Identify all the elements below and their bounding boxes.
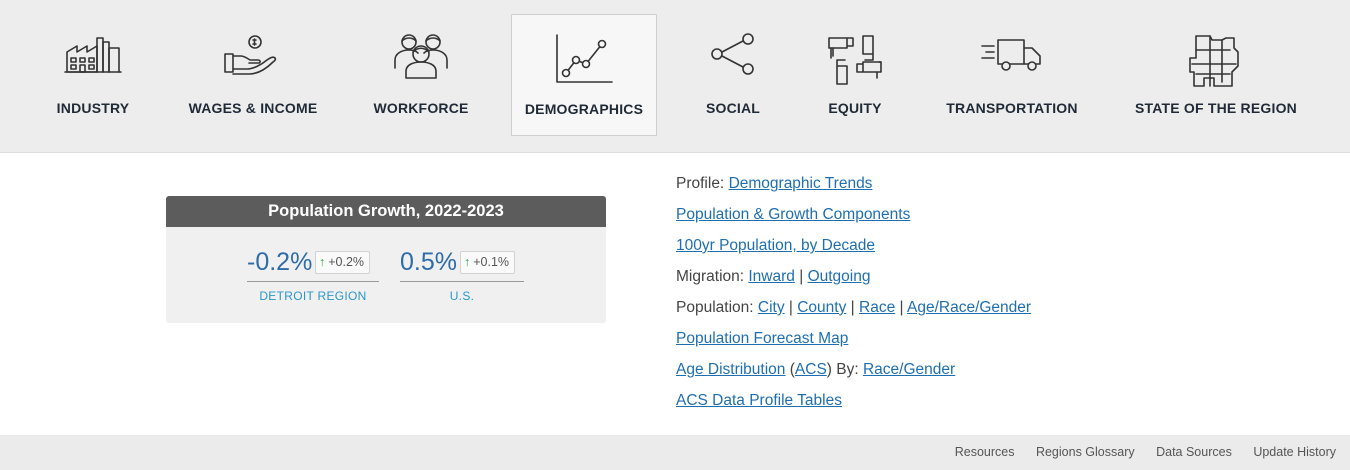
demographic-trends-link[interactable]: Demographic Trends [729, 175, 873, 192]
factory-icon [63, 32, 123, 76]
acs-link[interactable]: ACS [795, 361, 827, 378]
stat-value: -0.2% [247, 248, 313, 276]
population-forecast-map-link[interactable]: Population Forecast Map [676, 330, 848, 347]
nav-label: DEMOGRAPHICS [524, 101, 644, 117]
nav-label: WAGES & INCOME [188, 100, 318, 116]
nav-label: TRANSPORTATION [946, 100, 1078, 116]
nav-label: SOCIAL [705, 100, 761, 116]
race-gender-link[interactable]: Race/Gender [863, 361, 955, 378]
population-prefix: Population: [676, 299, 754, 316]
county-link[interactable]: County [797, 299, 846, 316]
stat-underline [400, 281, 524, 282]
arrow-up-icon: ↑ [464, 255, 471, 269]
truck-icon [980, 32, 1044, 76]
nav-item-demographics[interactable]: DEMOGRAPHICS [511, 14, 657, 136]
change-value: +0.1% [473, 255, 510, 269]
separator: | [899, 299, 904, 316]
stat-value: 0.5% [400, 248, 457, 276]
nav-item-industry[interactable]: INDUSTRY [22, 14, 164, 136]
acs-data-profile-tables-link[interactable]: ACS Data Profile Tables [676, 392, 842, 409]
migration-prefix: Migration: [676, 268, 745, 285]
footer-link-resources[interactable]: Resources [955, 445, 1015, 459]
line-chart-icon [554, 33, 614, 85]
stat-underline [247, 281, 379, 282]
separator: | [799, 268, 804, 285]
city-link[interactable]: City [758, 299, 785, 316]
inward-link[interactable]: Inward [748, 268, 795, 285]
profile-row: Profile: Demographic Trends [676, 174, 872, 194]
population-growth-row: Population & Growth Components [676, 205, 910, 225]
profile-prefix: Profile: [676, 175, 725, 192]
card-title: Population Growth, 2022-2023 [166, 196, 606, 227]
stat-label: DETROIT REGION [259, 289, 367, 303]
nav-item-workforce[interactable]: WORKFORCE [355, 14, 487, 136]
arrow-up-icon: ↑ [319, 255, 326, 269]
nav-label: EQUITY [828, 100, 882, 116]
nav-label: STATE OF THE REGION [1135, 100, 1297, 116]
race-link[interactable]: Race [859, 299, 895, 316]
outgoing-link[interactable]: Outgoing [808, 268, 871, 285]
nav-item-equity[interactable]: EQUITY [805, 14, 905, 136]
age-distribution-link[interactable]: Age Distribution [676, 361, 785, 378]
change-badge: ↑ +0.2% [315, 251, 371, 274]
region-map-icon [1188, 32, 1244, 88]
people-group-icon [389, 32, 453, 80]
category-nav: INDUSTRY WAGES & INCOME WORKFORCE DEMOGR… [0, 0, 1350, 153]
population-row: Population: City | County | Race | Age/R… [676, 298, 1031, 318]
population-100yr-row: 100yr Population, by Decade [676, 236, 875, 256]
footer-link-regions-glossary[interactable]: Regions Glossary [1036, 445, 1135, 459]
stat-label: U.S. [449, 289, 475, 303]
footer-links: Resources Regions Glossary Data Sources … [937, 435, 1336, 470]
acs-paren: (ACS) [789, 361, 832, 378]
nav-item-social[interactable]: SOCIAL [680, 14, 786, 136]
footer: Resources Regions Glossary Data Sources … [0, 435, 1350, 470]
population-growth-components-link[interactable]: Population & Growth Components [676, 206, 910, 223]
footer-link-data-sources[interactable]: Data Sources [1156, 445, 1232, 459]
nav-label: INDUSTRY [56, 100, 130, 116]
footer-link-update-history[interactable]: Update History [1253, 445, 1336, 459]
change-value: +0.2% [328, 255, 365, 269]
linked-hands-icon [825, 32, 885, 88]
population-100yr-link[interactable]: 100yr Population, by Decade [676, 237, 875, 254]
nav-label: WORKFORCE [373, 100, 469, 116]
acs-tables-row: ACS Data Profile Tables [676, 391, 842, 411]
forecast-map-row: Population Forecast Map [676, 329, 848, 349]
population-growth-card: Population Growth, 2022-2023 -0.2% ↑ +0.2… [166, 196, 606, 323]
separator: | [850, 299, 855, 316]
migration-row: Migration: Inward | Outgoing [676, 267, 870, 287]
nav-item-wages-income[interactable]: WAGES & INCOME [176, 14, 330, 136]
share-icon [708, 32, 758, 76]
by-text: By: [836, 361, 859, 378]
change-badge: ↑ +0.1% [460, 251, 516, 274]
separator: | [788, 299, 793, 316]
nav-item-state-of-region[interactable]: STATE OF THE REGION [1122, 14, 1310, 136]
nav-item-transportation[interactable]: TRANSPORTATION [932, 14, 1092, 136]
age-distribution-row: Age Distribution (ACS) By: Race/Gender [676, 360, 955, 380]
age-race-gender-link[interactable]: Age/Race/Gender [907, 299, 1031, 316]
hand-coin-icon [221, 32, 285, 76]
